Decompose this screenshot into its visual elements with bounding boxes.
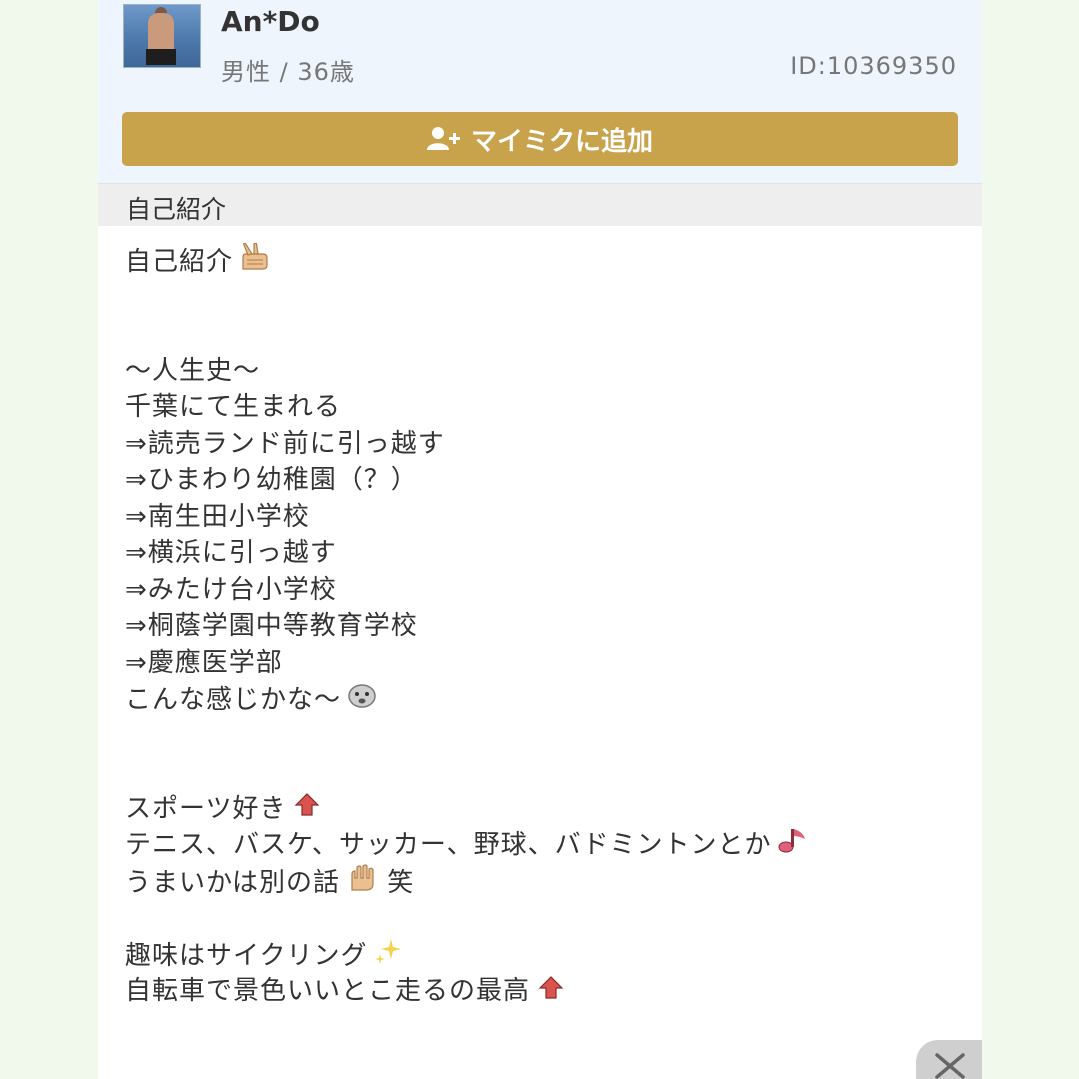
intro-line: 自転車で景色いいとこ走るの最高 (125, 973, 955, 1010)
intro-line: 千葉にて生まれる (125, 392, 342, 422)
close-button[interactable] (916, 1040, 982, 1079)
add-mymixi-button[interactable]: マイミクに追加 (122, 112, 958, 166)
user-name: An*Do (221, 5, 320, 38)
intro-line: ⇒ひまわり幼稚園（？） (125, 465, 418, 495)
intro-line: ⇒南生田小学校 (125, 501, 310, 532)
up-arrow-emoji (292, 791, 322, 828)
user-id: ID:10369350 (790, 52, 957, 80)
add-user-icon (426, 126, 461, 152)
history-title: 〜人生史〜 (125, 355, 261, 386)
music-note-emoji (777, 827, 809, 864)
intro-line: 自己紹介 (125, 242, 955, 282)
avatar[interactable] (123, 4, 201, 68)
intro-line: ⇒みたけ台小学校 (125, 574, 337, 605)
intro-line: ⇒桐蔭学園中等教育学校 (125, 611, 418, 641)
face-emoji (347, 681, 377, 720)
intro-line: 趣味はサイクリング (125, 937, 955, 974)
profile-page: An*Do 男性 / 36歳 ID:10369350 マイミクに追加 自己紹介 … (98, 0, 982, 1079)
intro-line: ⇒読売ランド前に引っ越す (125, 428, 445, 459)
up-arrow-emoji (536, 974, 566, 1011)
add-mymixi-label: マイミクに追加 (470, 126, 653, 157)
user-gender-age: 男性 / 36歳 (221, 58, 355, 86)
intro-line: テニス、バスケ、サッカー、野球、バドミントンとか (125, 827, 955, 864)
section-header: 自己紹介 (98, 183, 982, 226)
section-title: 自己紹介 (126, 195, 227, 224)
close-icon (935, 1053, 965, 1079)
intro-line: ⇒横浜に引っ越す (125, 538, 337, 568)
intro-text: 自己紹介 〜人生史〜 千葉にて生まれる ⇒読売ランド前に引っ越す ⇒ひまわり幼稚… (125, 242, 955, 1010)
sparkle-emoji (373, 937, 405, 976)
intro-line: ⇒慶應医学部 (125, 647, 283, 678)
intro-line: スポーツ好き (125, 791, 955, 828)
profile-header: An*Do 男性 / 36歳 ID:10369350 マイミクに追加 (98, 0, 982, 183)
intro-line: うまいかは別の話 笑 (125, 864, 955, 901)
raised-hand-emoji (346, 864, 378, 903)
peace-sign-emoji (239, 242, 271, 282)
intro-line: こんな感じかな〜 (125, 681, 955, 718)
